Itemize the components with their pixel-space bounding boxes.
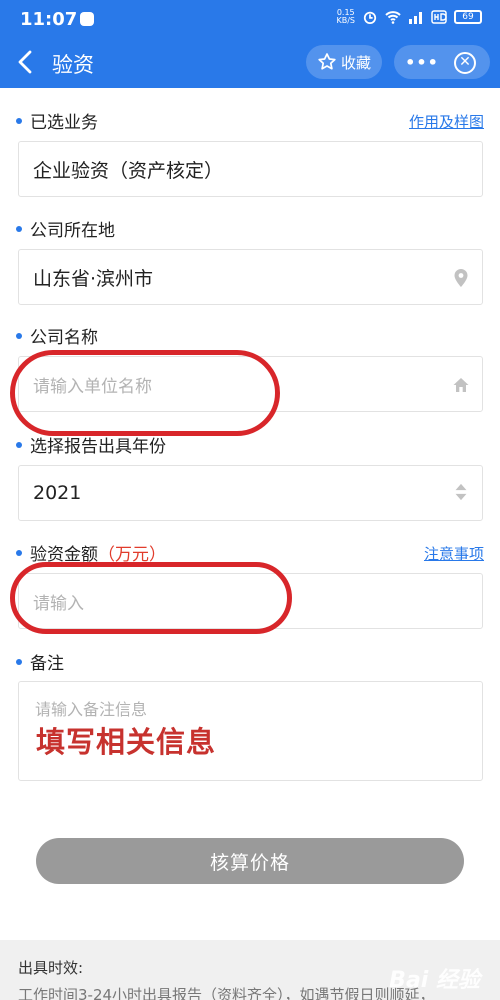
page-title: 验资 — [52, 53, 94, 77]
location-label: 公司所在地 — [16, 216, 115, 241]
signal-icon — [409, 12, 422, 24]
business-field: 企业验资（资产核定） — [18, 141, 483, 197]
wifi-icon — [385, 11, 401, 24]
status-bar: 11:07 0.15 KB/S 69 — [0, 0, 500, 38]
remarks-label: 备注 — [16, 649, 64, 674]
year-select[interactable]: 2021 — [18, 465, 483, 521]
company-label: 公司名称 — [16, 323, 98, 348]
sample-link[interactable]: 作用及样图 — [409, 111, 484, 132]
location-pin-icon[interactable] — [452, 268, 470, 288]
alarm-icon — [363, 11, 377, 24]
favorite-button[interactable]: 收藏 — [306, 45, 382, 79]
bullet-dot — [16, 117, 22, 124]
status-icons: 0.15 KB/S 69 — [336, 9, 482, 25]
back-icon[interactable] — [14, 48, 38, 76]
network-speed: 0.15 KB/S — [336, 8, 355, 25]
favorite-label: 收藏 — [340, 53, 371, 72]
battery-icon: 69 — [454, 10, 482, 24]
more-button[interactable]: ••• — [404, 45, 440, 79]
hd-icon — [431, 10, 447, 24]
home-icon — [453, 378, 469, 392]
capsule-menu: ••• ✕ — [394, 45, 490, 79]
business-label: 已选业务 — [16, 108, 98, 133]
nav-bar: 验资 收藏 ••• ✕ — [0, 38, 500, 88]
star-icon — [318, 53, 336, 70]
watermark-logo: Bai 经验 — [389, 968, 480, 993]
bullet-dot — [16, 332, 22, 339]
status-time: 11:07 — [20, 9, 78, 30]
bullet-dot — [16, 225, 22, 232]
calculate-price-button[interactable]: 核算价格 — [36, 838, 464, 884]
updown-arrow-icon — [455, 483, 467, 501]
bullet-dot — [16, 658, 22, 665]
bullet-dot — [16, 441, 22, 448]
highlight-circle-company — [10, 350, 280, 436]
close-icon[interactable]: ✕ — [454, 52, 476, 74]
notice-link[interactable]: 注意事项 — [424, 543, 484, 564]
footer-title: 出具时效: — [18, 959, 84, 977]
location-field[interactable]: 山东省·滨州市 — [18, 249, 483, 305]
annotation-text: 填写相关信息 — [36, 725, 217, 759]
notification-icon — [80, 12, 94, 26]
bullet-dot — [16, 549, 22, 556]
remarks-placeholder: 请输入备注信息 — [35, 700, 148, 719]
footer-desc: 工作时间3-24小时出具报告（资料齐全），如遇节假日则顺延， — [18, 986, 435, 1000]
highlight-circle-amount — [10, 562, 292, 634]
